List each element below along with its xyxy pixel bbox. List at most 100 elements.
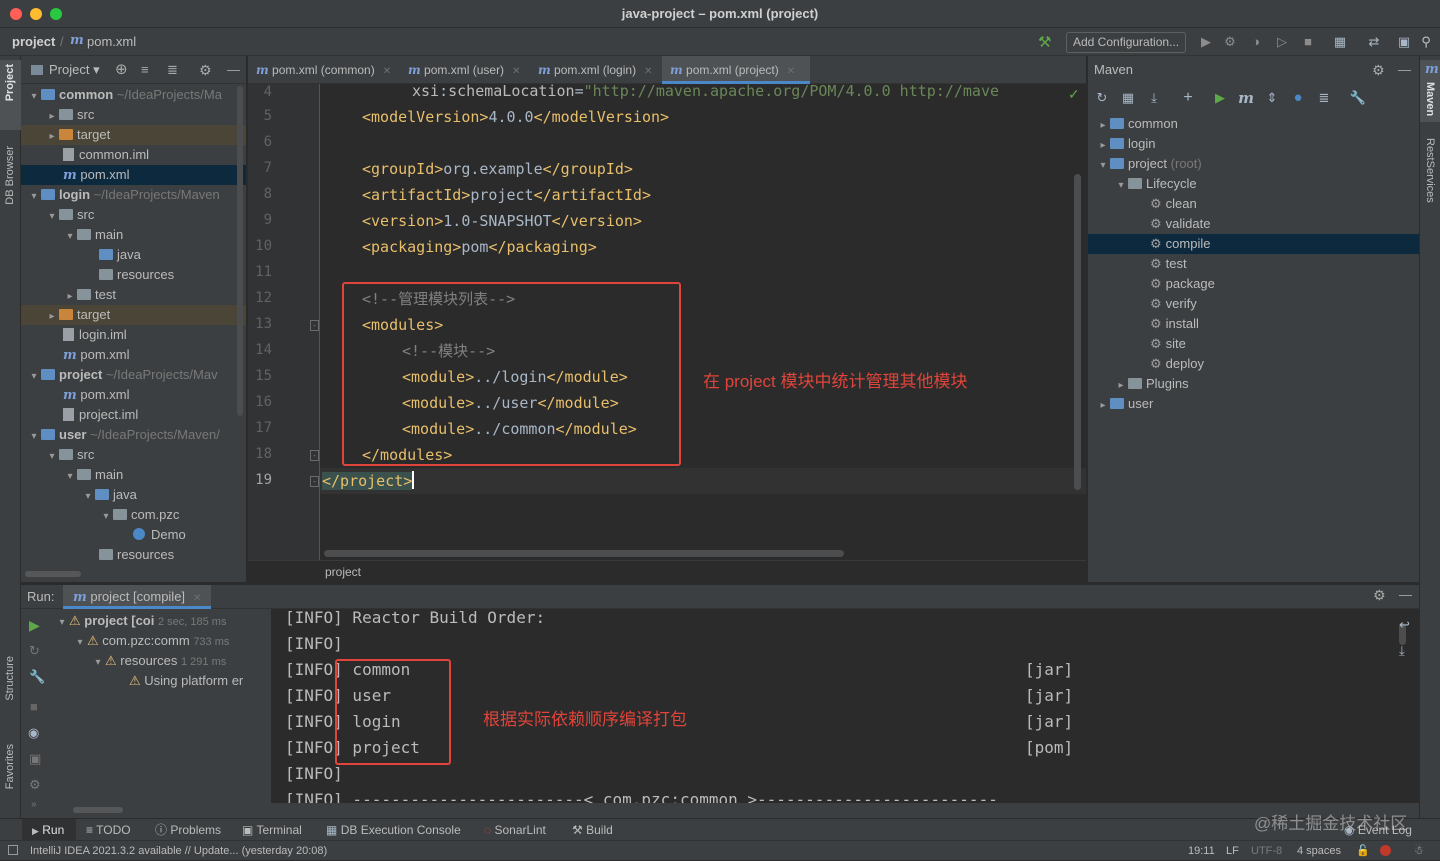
project-tree-scrollbar[interactable] — [237, 86, 243, 416]
project-tree-hscrollbar[interactable] — [25, 571, 81, 577]
download-icon[interactable]: ⤓ — [1144, 88, 1164, 108]
tree-item-src[interactable]: ▾ src — [21, 445, 246, 465]
locate-file-icon[interactable]: ⊕ — [115, 56, 128, 84]
build-tool-button[interactable]: ⚒ Build — [572, 819, 613, 841]
reimport-folder-icon[interactable]: ▦ — [1118, 88, 1138, 108]
maven-tool-tab[interactable]: Maven — [1424, 82, 1436, 116]
zoom-window-button[interactable] — [50, 8, 62, 20]
maven-goal-install[interactable]: ⚙ install — [1088, 314, 1420, 334]
console-output[interactable]: [INFO] Reactor Build Order: [INFO] [INFO… — [271, 609, 1419, 803]
show-eye-icon[interactable]: ◉ — [28, 725, 39, 741]
run-tree-item[interactable]: ▾ ⚠ com.pzc:comm 733 ms — [49, 631, 271, 651]
presentation-icon[interactable]: ▣ — [1394, 32, 1414, 52]
tab-pom-project[interactable]: m pom.xml (project) ✕ — [662, 56, 810, 84]
expand-all-icon[interactable]: ≡ — [141, 56, 149, 84]
project-view-selector[interactable]: Project ▾ — [49, 56, 100, 84]
tree-item-project-pom[interactable]: m pom.xml — [21, 385, 246, 405]
maven-goal-validate[interactable]: ⚙ validate — [1088, 214, 1420, 234]
maven-goal-clean[interactable]: ⚙ clean — [1088, 194, 1420, 214]
tree-item-project-iml[interactable]: project.iml — [21, 405, 246, 425]
debug-icon[interactable]: ⚙ — [1220, 32, 1240, 52]
tree-item-java[interactable]: java — [21, 245, 246, 265]
breadcrumb-project-tag[interactable]: project — [325, 561, 361, 583]
stop-icon[interactable]: ■ — [30, 699, 38, 714]
search-everywhere-icon[interactable]: ⚲ — [1416, 32, 1436, 52]
collapse-all-icon[interactable]: ≣ — [167, 56, 178, 84]
execute-goal-icon[interactable]: m — [1236, 88, 1256, 108]
run-icon[interactable]: ▶ — [1210, 88, 1230, 108]
status-message[interactable]: IntelliJ IDEA 2021.3.2 available // Upda… — [30, 841, 327, 861]
indent-setting[interactable]: 4 spaces — [1297, 841, 1341, 861]
breadcrumb-project[interactable]: project — [12, 34, 55, 49]
soft-wrap-icon[interactable]: ↩ — [1399, 617, 1410, 633]
tree-item-main[interactable]: ▾ main — [21, 225, 246, 245]
tree-item-target[interactable]: ▸ target — [21, 125, 246, 145]
minimize-window-button[interactable] — [30, 8, 42, 20]
add-configuration-button[interactable]: Add Configuration... — [1066, 32, 1187, 53]
maven-goal-site[interactable]: ⚙ site — [1088, 334, 1420, 354]
rerun-icon[interactable]: ▶ — [29, 617, 40, 634]
code-editor[interactable]: xsi:schemaLocation="http://maven.apache.… — [320, 84, 1086, 560]
profile-icon[interactable]: ▷ — [1272, 32, 1292, 52]
tree-item-src[interactable]: ▾ src — [21, 205, 246, 225]
file-encoding[interactable]: UTF-8 — [1251, 841, 1282, 861]
maven-goal-deploy[interactable]: ⚙ deploy — [1088, 354, 1420, 374]
project-tool-tab[interactable]: Project — [4, 64, 16, 101]
more-icon[interactable]: » — [31, 799, 37, 810]
filter-icon[interactable]: ⚙ — [29, 777, 41, 793]
fold-marker-icon[interactable]: - — [310, 320, 319, 331]
tree-item-demo-class[interactable]: Demo — [21, 525, 246, 545]
maven-goal-test[interactable]: ⚙ test — [1088, 254, 1420, 274]
stop-icon[interactable]: ■ — [1298, 32, 1318, 52]
tab-pom-login[interactable]: m pom.xml (login) ✕ — [530, 56, 662, 84]
run-tree-hscrollbar[interactable] — [73, 807, 123, 813]
close-window-button[interactable] — [10, 8, 22, 20]
toggle-tool-windows-icon[interactable] — [8, 845, 18, 855]
db-console-tool-button[interactable]: ▦ DB Execution Console — [326, 819, 461, 841]
hide-panel-icon[interactable]: — — [227, 56, 240, 84]
breadcrumb-file[interactable]: pom.xml — [87, 34, 136, 49]
tree-item-test[interactable]: ▸ test — [21, 285, 246, 305]
tree-item-resources[interactable]: resources — [21, 265, 246, 285]
close-tab-icon[interactable]: ✕ — [193, 593, 201, 604]
run-tree-item[interactable]: ▾ ⚠ project [coi 2 sec, 185 ms — [49, 611, 271, 631]
favorites-tool-tab[interactable]: Favorites — [4, 744, 16, 789]
tree-item-target[interactable]: ▸ target — [21, 305, 246, 325]
close-tab-icon[interactable]: ✕ — [512, 66, 520, 77]
translate-icon[interactable]: ⇄ — [1364, 32, 1384, 52]
run-tool-button[interactable]: ▶ Run — [32, 819, 64, 842]
problems-tool-button[interactable]: ⓘ Problems — [155, 819, 221, 841]
coverage-icon[interactable]: ◑ — [1246, 32, 1266, 52]
inspection-ok-icon[interactable]: ✓ — [1068, 86, 1080, 103]
run-tab-project-compile[interactable]: m project [compile] ✕ — [63, 585, 212, 609]
toggle-offline-icon[interactable]: ⇕ — [1262, 88, 1282, 108]
editor-hscrollbar[interactable] — [324, 550, 844, 557]
tree-item-login[interactable]: ▾ login ~/IdeaProjects/Maven — [21, 185, 246, 205]
reload-icon[interactable]: ↻ — [1092, 88, 1112, 108]
close-tab-icon[interactable]: ✕ — [644, 66, 652, 77]
editor-vscrollbar[interactable] — [1074, 174, 1081, 490]
settings-gear-icon[interactable]: ⚙ — [1372, 56, 1385, 84]
caret-position[interactable]: 19:11 — [1188, 841, 1215, 861]
project-structure-icon[interactable]: ▦ — [1330, 32, 1350, 52]
tree-item-resources[interactable]: resources — [21, 545, 246, 565]
tree-item-login-pom[interactable]: m pom.xml — [21, 345, 246, 365]
maven-item-project[interactable]: ▾ project (root) — [1088, 154, 1420, 174]
tree-item-user[interactable]: ▾ user ~/IdeaProjects/Maven/ — [21, 425, 246, 445]
rest-services-tool-tab[interactable]: RestServices — [1424, 138, 1436, 203]
skip-tests-icon[interactable]: ● — [1288, 88, 1308, 108]
fold-marker-icon[interactable]: - — [310, 476, 319, 487]
camera-icon[interactable]: ▣ — [29, 751, 41, 767]
structure-tool-tab[interactable]: Structure — [4, 656, 16, 701]
close-tab-icon[interactable]: ✕ — [787, 66, 795, 77]
tab-pom-user[interactable]: m pom.xml (user) ✕ — [400, 56, 530, 84]
tree-item-src[interactable]: ▸ src — [21, 105, 246, 125]
tree-item-common-iml[interactable]: common.iml — [21, 145, 246, 165]
todo-tool-button[interactable]: ≡ TODO — [86, 819, 131, 841]
maven-item-plugins[interactable]: ▸ Plugins — [1088, 374, 1420, 394]
tree-item-login-iml[interactable]: login.iml — [21, 325, 246, 345]
settings-gear-icon[interactable]: ⚙ — [199, 56, 212, 84]
maven-item-login[interactable]: ▸ login — [1088, 134, 1420, 154]
settings-gear-icon[interactable]: ⚙ — [1373, 587, 1386, 604]
collapse-all-icon[interactable]: ≣ — [1314, 88, 1334, 108]
